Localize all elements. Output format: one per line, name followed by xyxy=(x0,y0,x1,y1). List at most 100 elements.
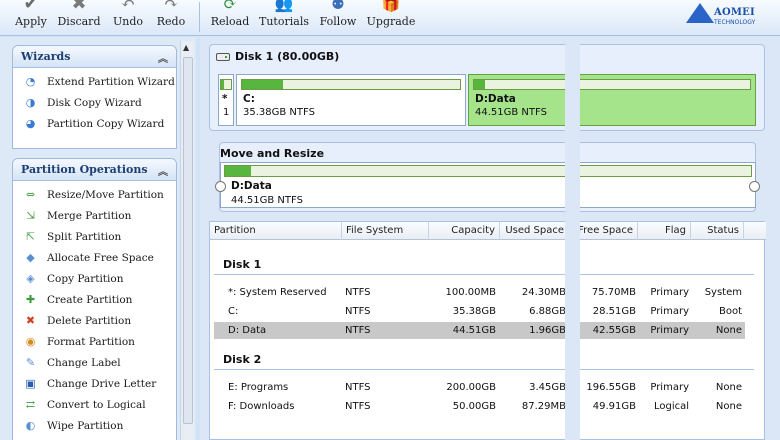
partition-operations-panel: Partition Operations ︽ ⇔ Resize/Move Part… xyxy=(12,158,177,440)
right-pane: Disk 1 (80.00GB) * 1 C: 35.38GB NTFS D:D… xyxy=(200,37,780,440)
checkmark-icon: ✔ xyxy=(23,0,39,14)
redo-arrow-icon: ↷ xyxy=(163,0,179,14)
partition-d-selected[interactable]: D:Data 44.51GB NTFS xyxy=(468,74,756,126)
op-allocate-free-space[interactable]: ◆ Allocate Free Space xyxy=(13,247,176,268)
partition-name: D:Data xyxy=(231,180,272,192)
table-cell: 35.38GB xyxy=(452,306,496,317)
undo-button[interactable]: ↶ Undo xyxy=(110,0,146,34)
right-scrollbar[interactable] xyxy=(565,37,580,440)
resize-handle-right[interactable] xyxy=(749,181,760,192)
delete-partition-icon: ✖ xyxy=(25,314,36,327)
reload-label: Reload xyxy=(210,15,250,28)
tutorials-label: Tutorials xyxy=(259,15,309,28)
resize-handle-left[interactable] xyxy=(215,181,226,192)
table-cell: NTFS xyxy=(345,325,371,336)
col-partition[interactable]: Partition xyxy=(210,222,342,240)
op-label: Convert to Logical xyxy=(47,398,146,411)
partition-operations-header[interactable]: Partition Operations ︽ xyxy=(13,159,176,181)
table-row[interactable]: C: NTFS 35.38GB 6.88GB 28.51GB Primary Boot xyxy=(214,303,745,320)
partition-copy-label: Partition Copy Wizard xyxy=(47,117,165,130)
table-cell: C: xyxy=(228,306,239,317)
op-convert-to-logical[interactable]: ⇄ Convert to Logical xyxy=(13,394,176,415)
collapse-chevron-icon[interactable]: ︽ xyxy=(158,50,168,65)
extend-partition-wizard[interactable]: ◔ Extend Partition Wizard xyxy=(13,71,176,92)
op-label: Split Partition xyxy=(47,230,122,243)
partition-name: D:Data xyxy=(475,93,516,105)
wizards-header[interactable]: Wizards ︽ xyxy=(13,46,176,68)
scroll-up-arrow-icon[interactable]: ▲ xyxy=(183,43,189,52)
move-resize-panel: Move and Resize D:Data 44.51GB NTFS xyxy=(215,142,760,212)
toolbar: ✔ Apply ✖ Discard ↶ Undo ↷ Redo ⟳ Reload… xyxy=(0,0,780,36)
op-delete[interactable]: ✖ Delete Partition xyxy=(13,310,176,331)
table-row[interactable]: E: Programs NTFS 200.00GB 3.45GB 196.55GB Pri… xyxy=(214,379,745,396)
table-cell: D: Data xyxy=(228,325,267,336)
logo-name: AOMEI xyxy=(714,7,755,18)
table-cell: NTFS xyxy=(345,382,371,393)
table-cell: F: Downloads xyxy=(228,401,295,412)
logo-triangle-icon xyxy=(686,3,714,23)
redo-button[interactable]: ↷ Redo xyxy=(153,0,189,34)
table-row[interactable]: *: System Reserved NTFS 100.00MB 24.30MB 75.… xyxy=(214,284,745,301)
col-file-system[interactable]: File System xyxy=(342,222,429,240)
partition-info: 44.51GB NTFS xyxy=(231,195,303,206)
reload-icon: ⟳ xyxy=(223,0,237,13)
follow-label: Follow xyxy=(319,15,357,28)
move-resize-partition[interactable]: D:Data 44.51GB NTFS xyxy=(220,162,756,208)
tutorials-people-icon: 👥 xyxy=(274,0,294,13)
follow-people-icon: ⚉ xyxy=(331,0,345,13)
reload-button[interactable]: ⟳ Reload xyxy=(207,0,253,34)
table-row-selected[interactable]: D: Data NTFS 44.51GB 1.96GB 42.55GB Primary No… xyxy=(214,322,745,339)
hard-disk-icon xyxy=(216,52,230,61)
disk-map-title: Disk 1 (80.00GB) xyxy=(216,50,339,63)
op-format[interactable]: ◉ Format Partition xyxy=(13,331,176,352)
op-label: Copy Partition xyxy=(47,272,124,285)
discard-button[interactable]: ✖ Discard xyxy=(56,0,102,34)
resize-move-icon: ⇔ xyxy=(25,188,36,201)
partition-copy-wizard[interactable]: ◕ Partition Copy Wizard xyxy=(13,113,176,134)
table-cell: None xyxy=(715,325,742,336)
disk-group-label: Disk 1 xyxy=(223,258,262,271)
col-capacity[interactable]: Capacity xyxy=(429,222,500,240)
group-divider xyxy=(214,369,754,370)
table-cell: Boot xyxy=(718,306,742,317)
op-change-label[interactable]: ✎ Change Label xyxy=(13,352,176,373)
convert-logical-icon: ⇄ xyxy=(25,398,36,411)
disk-map-panel: Disk 1 (80.00GB) * 1 C: 35.38GB NTFS D:D… xyxy=(209,44,765,131)
upgrade-button[interactable]: 🎁 Upgrade xyxy=(367,0,416,34)
table-cell: 3.45GB xyxy=(529,382,566,393)
group-divider xyxy=(214,274,754,275)
op-change-drive-letter[interactable]: ▣ Change Drive Letter xyxy=(13,373,176,394)
table-header: Partition File System Capacity Used Spac… xyxy=(210,222,766,240)
col-flag[interactable]: Flag xyxy=(638,222,691,240)
change-drive-letter-icon: ▣ xyxy=(25,377,36,390)
undo-arrow-icon: ↶ xyxy=(120,0,136,14)
table-cell: *: System Reserved xyxy=(228,287,327,298)
tutorials-button[interactable]: 👥 Tutorials xyxy=(259,0,309,34)
col-status[interactable]: Status xyxy=(691,222,744,240)
op-label: Format Partition xyxy=(47,335,135,348)
op-copy[interactable]: ◈ Copy Partition xyxy=(13,268,176,289)
op-resize-move[interactable]: ⇔ Resize/Move Partition xyxy=(13,184,176,205)
col-used-space[interactable]: Used Space xyxy=(500,222,569,240)
op-merge[interactable]: ⇲ Merge Partition xyxy=(13,205,176,226)
disk-copy-wizard[interactable]: ◑ Disk Copy Wizard xyxy=(13,92,176,113)
partition-system-reserved[interactable]: * 1 xyxy=(218,74,234,126)
apply-button[interactable]: ✔ Apply xyxy=(8,0,54,34)
op-wipe[interactable]: ◐ Wipe Partition xyxy=(13,415,176,436)
table-cell: None xyxy=(715,401,742,412)
table-row[interactable]: F: Downloads NTFS 50.00GB 87.29MB 49.91GB Log… xyxy=(214,398,745,415)
partition-info: 1 xyxy=(223,107,230,118)
collapse-chevron-icon[interactable]: ︽ xyxy=(158,163,168,178)
op-create[interactable]: ✚ Create Partition xyxy=(13,289,176,310)
scrollbar-thumb[interactable] xyxy=(183,57,193,424)
op-label: Change Drive Letter xyxy=(47,377,157,390)
follow-button[interactable]: ⚉ Follow xyxy=(316,0,360,34)
table-cell: 44.51GB xyxy=(452,325,496,336)
partition-c[interactable]: C: 35.38GB NTFS xyxy=(236,74,466,126)
wizards-panel: Wizards ︽ ◔ Extend Partition Wizard ◑ Di… xyxy=(12,45,177,149)
disk-group-label: Disk 2 xyxy=(223,353,262,366)
op-split[interactable]: ⇱ Split Partition xyxy=(13,226,176,247)
undo-label: Undo xyxy=(112,15,144,28)
aomei-logo: AOMEI TECHNOLOGY xyxy=(686,1,766,31)
left-scrollbar[interactable]: ▲ xyxy=(180,41,194,440)
